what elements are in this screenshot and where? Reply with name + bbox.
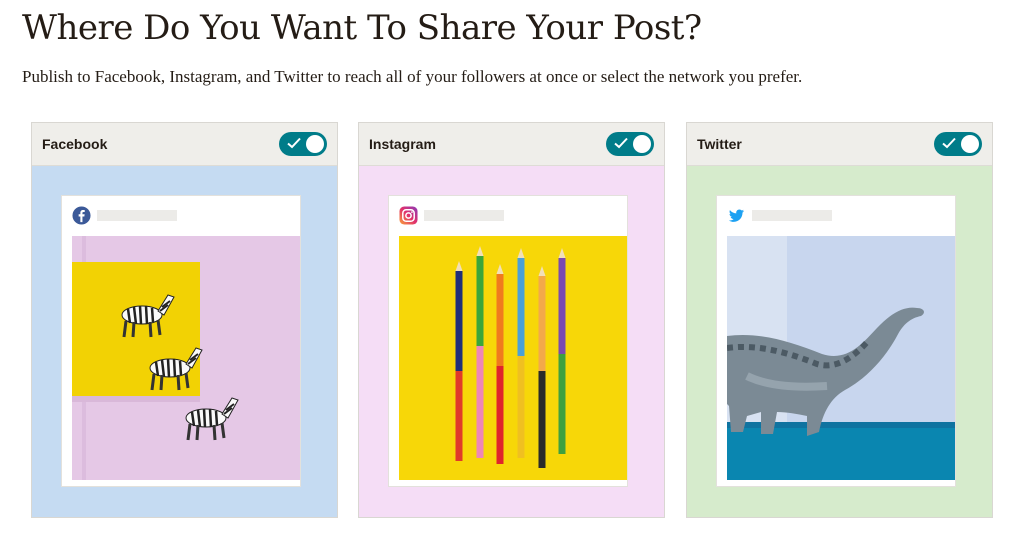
colored-pencils-photo: [399, 236, 627, 480]
post-header: [399, 206, 504, 225]
account-name-placeholder: [752, 210, 832, 221]
page-subtitle: Publish to Facebook, Instagram, and Twit…: [22, 67, 803, 86]
page-title: Where Do You Want To Share Your Post?: [22, 8, 702, 48]
card-header: Facebook: [32, 123, 337, 166]
toggle-knob: [961, 135, 979, 153]
post-header: [72, 206, 177, 225]
facebook-card: Facebook: [31, 122, 338, 518]
card-title: Twitter: [697, 136, 742, 152]
card-header: Instagram: [359, 123, 664, 166]
twitter-card: Twitter: [686, 122, 993, 518]
checkmark-icon: [942, 137, 956, 149]
twitter-toggle[interactable]: [934, 132, 982, 156]
card-preview-area: [359, 166, 664, 517]
zebra-figurines-photo: [72, 236, 300, 480]
post-preview: [61, 195, 301, 487]
toy-dinosaur-photo: [727, 236, 955, 480]
facebook-toggle[interactable]: [279, 132, 327, 156]
card-title: Instagram: [369, 136, 436, 152]
card-header: Twitter: [687, 123, 992, 166]
toggle-knob: [633, 135, 651, 153]
card-title: Facebook: [42, 136, 108, 152]
facebook-icon: [72, 206, 91, 225]
account-name-placeholder: [424, 210, 504, 221]
instagram-toggle[interactable]: [606, 132, 654, 156]
post-header: [727, 206, 832, 225]
card-preview-area: [32, 166, 337, 517]
checkmark-icon: [614, 137, 628, 149]
post-preview: [716, 195, 956, 487]
instagram-icon: [399, 206, 418, 225]
instagram-card: Instagram: [358, 122, 665, 518]
account-name-placeholder: [97, 210, 177, 221]
twitter-icon: [728, 209, 745, 222]
card-preview-area: [687, 166, 992, 517]
post-preview: [388, 195, 628, 487]
toggle-knob: [306, 135, 324, 153]
checkmark-icon: [287, 137, 301, 149]
